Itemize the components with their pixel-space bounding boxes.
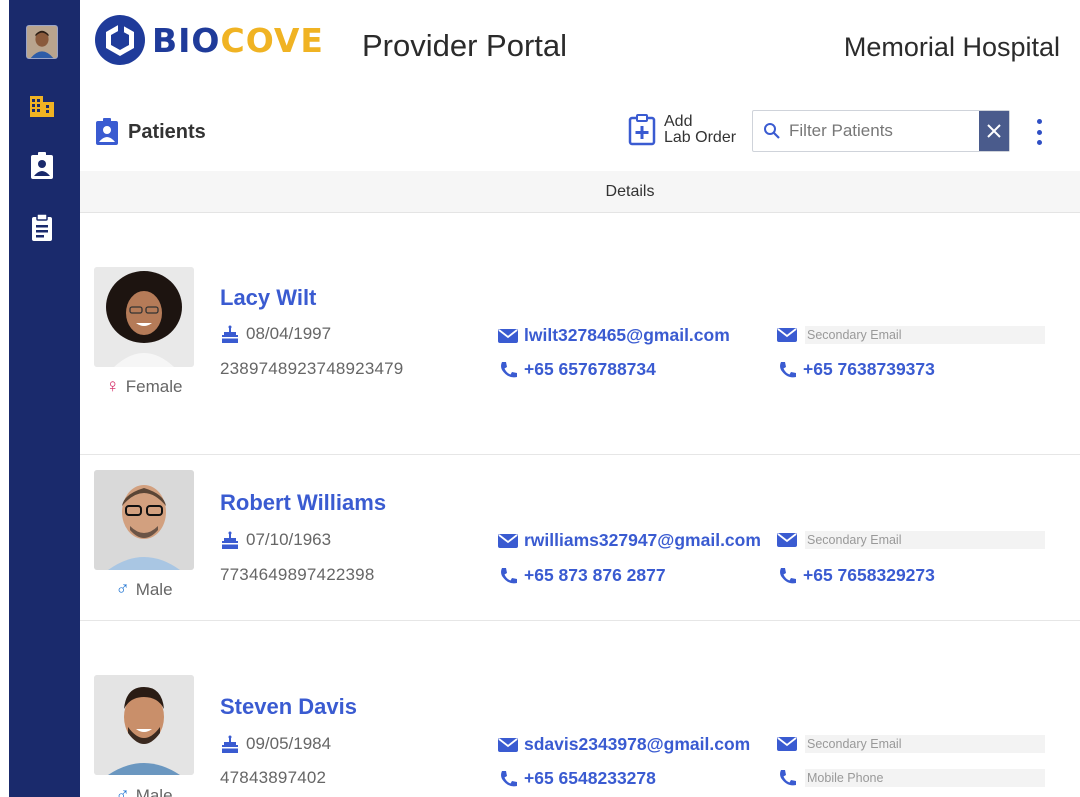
- email-icon: [498, 737, 518, 752]
- email-icon: [498, 328, 518, 343]
- phone-icon: [501, 567, 517, 583]
- clear-filter-button[interactable]: [979, 111, 1009, 151]
- portal-title: Provider Portal: [362, 28, 568, 63]
- gender-label: Male: [135, 580, 173, 599]
- mobile-phone[interactable]: +65 7638739373: [777, 359, 935, 380]
- primary-phone[interactable]: +65 873 876 2877: [498, 565, 666, 586]
- patient-gender: ♀ Female: [94, 376, 194, 398]
- patient-dob: 09/05/1984: [220, 734, 331, 754]
- patient-id: 2389748923748923479: [220, 359, 404, 378]
- filter-patients-input[interactable]: [789, 121, 969, 141]
- secondary-email-placeholder: Secondary Email: [805, 326, 1045, 344]
- clipboard-icon[interactable]: [26, 212, 58, 244]
- mobile-phone[interactable]: +65 7658329273: [777, 565, 935, 586]
- table-header: Details: [80, 171, 1080, 213]
- phone-value: +65 873 876 2877: [524, 565, 666, 585]
- primary-email[interactable]: sdavis2343978@gmail.com: [498, 734, 750, 755]
- app-header: BIOCOVE Provider Portal Memorial Hospita…: [80, 0, 1080, 95]
- patient-name[interactable]: Robert Williams: [220, 490, 386, 516]
- male-icon: ♂: [115, 579, 130, 600]
- email-icon: [777, 533, 797, 547]
- phone-value: +65 6576788734: [524, 359, 656, 379]
- patient-row[interactable]: ♂ Male Robert Williams 07/10/1963 773464…: [80, 455, 1080, 621]
- secondary-email-placeholder: Secondary Email: [805, 531, 1045, 549]
- logo-bio: BIO: [152, 20, 221, 60]
- add-lab-order-line2: Lab Order: [664, 129, 737, 146]
- secondary-email[interactable]: Secondary Email: [777, 531, 1045, 549]
- patient-photo: [94, 675, 194, 775]
- dob-value: 08/04/1997: [246, 324, 332, 343]
- patients-toolbar: Patients Add Lab Order: [80, 100, 1080, 168]
- hospital-name[interactable]: Memorial Hospital: [844, 32, 1060, 63]
- dob-value: 07/10/1963: [246, 530, 332, 549]
- search-icon: [764, 123, 780, 139]
- patient-badge-icon[interactable]: [26, 150, 58, 182]
- phone-icon: [780, 770, 796, 786]
- mobile-phone[interactable]: Mobile Phone: [777, 769, 1045, 787]
- patient-gender: ♂ Male: [94, 579, 194, 601]
- biocove-logo-icon: [95, 15, 145, 65]
- close-icon: [987, 124, 1001, 138]
- patient-name[interactable]: Lacy Wilt: [220, 285, 316, 311]
- secondary-email-placeholder: Secondary Email: [805, 735, 1045, 753]
- logo-wordmark: BIOCOVE: [152, 21, 324, 60]
- primary-email[interactable]: lwilt3278465@gmail.com: [498, 325, 730, 346]
- add-lab-order-button[interactable]: Add Lab Order: [628, 114, 736, 146]
- add-clipboard-icon: [628, 114, 656, 146]
- mobile-phone-value: +65 7658329273: [803, 565, 935, 585]
- female-icon: ♀: [105, 376, 120, 397]
- email-value: sdavis2343978@gmail.com: [524, 734, 751, 754]
- patient-dob: 07/10/1963: [220, 530, 331, 550]
- email-value: rwilliams327947@gmail.com: [524, 530, 761, 550]
- phone-value: +65 6548233278: [524, 768, 656, 788]
- patient-gender: ♂ Male: [94, 785, 194, 797]
- patient-row[interactable]: ♀ Female Lacy Wilt 08/04/1997 2389748923…: [80, 213, 1080, 455]
- email-icon: [777, 328, 797, 342]
- phone-icon: [780, 361, 796, 377]
- phone-icon: [501, 361, 517, 377]
- patient-photo: [94, 470, 194, 570]
- mobile-phone-value: +65 7638739373: [803, 359, 935, 379]
- patient-photo: [94, 267, 194, 367]
- patient-dob: 08/04/1997: [220, 324, 331, 344]
- patient-id: 7734649897422398: [220, 565, 375, 584]
- logo-cove: COVE: [220, 20, 324, 60]
- gender-label: Male: [135, 786, 173, 797]
- phone-icon: [501, 770, 517, 786]
- gender-label: Female: [125, 377, 183, 396]
- page-title-label: Patients: [128, 120, 206, 143]
- user-avatar[interactable]: [26, 25, 58, 59]
- sidebar: [0, 0, 80, 797]
- patient-name[interactable]: Steven Davis: [220, 694, 357, 720]
- birthday-cake-icon: [222, 531, 238, 549]
- mobile-phone-placeholder: Mobile Phone: [805, 769, 1045, 787]
- details-column-header[interactable]: Details: [606, 183, 655, 201]
- primary-phone[interactable]: +65 6576788734: [498, 359, 656, 380]
- primary-phone[interactable]: +65 6548233278: [498, 768, 656, 789]
- more-options-icon[interactable]: [1030, 119, 1048, 145]
- email-value: lwilt3278465@gmail.com: [524, 325, 730, 345]
- birthday-cake-icon: [222, 325, 238, 343]
- building-icon[interactable]: [26, 90, 58, 122]
- patient-row[interactable]: ♂ Male Steven Davis 09/05/1984 478438974…: [80, 621, 1080, 797]
- patient-badge-icon: [96, 118, 118, 145]
- page-title: Patients: [94, 118, 206, 146]
- patient-id: 47843897402: [220, 768, 327, 787]
- add-lab-order-line1: Add: [664, 113, 693, 130]
- secondary-email[interactable]: Secondary Email: [777, 326, 1045, 344]
- male-icon: ♂: [115, 785, 130, 797]
- primary-email[interactable]: rwilliams327947@gmail.com: [498, 530, 761, 551]
- filter-patients-field[interactable]: [752, 110, 1010, 152]
- secondary-email[interactable]: Secondary Email: [777, 735, 1045, 753]
- biocove-logo[interactable]: BIOCOVE: [94, 14, 324, 66]
- email-icon: [498, 533, 518, 548]
- birthday-cake-icon: [222, 735, 238, 753]
- add-lab-order-label: Add Lab Order: [664, 114, 736, 146]
- dob-value: 09/05/1984: [246, 734, 332, 753]
- email-icon: [777, 737, 797, 751]
- phone-icon: [780, 567, 796, 583]
